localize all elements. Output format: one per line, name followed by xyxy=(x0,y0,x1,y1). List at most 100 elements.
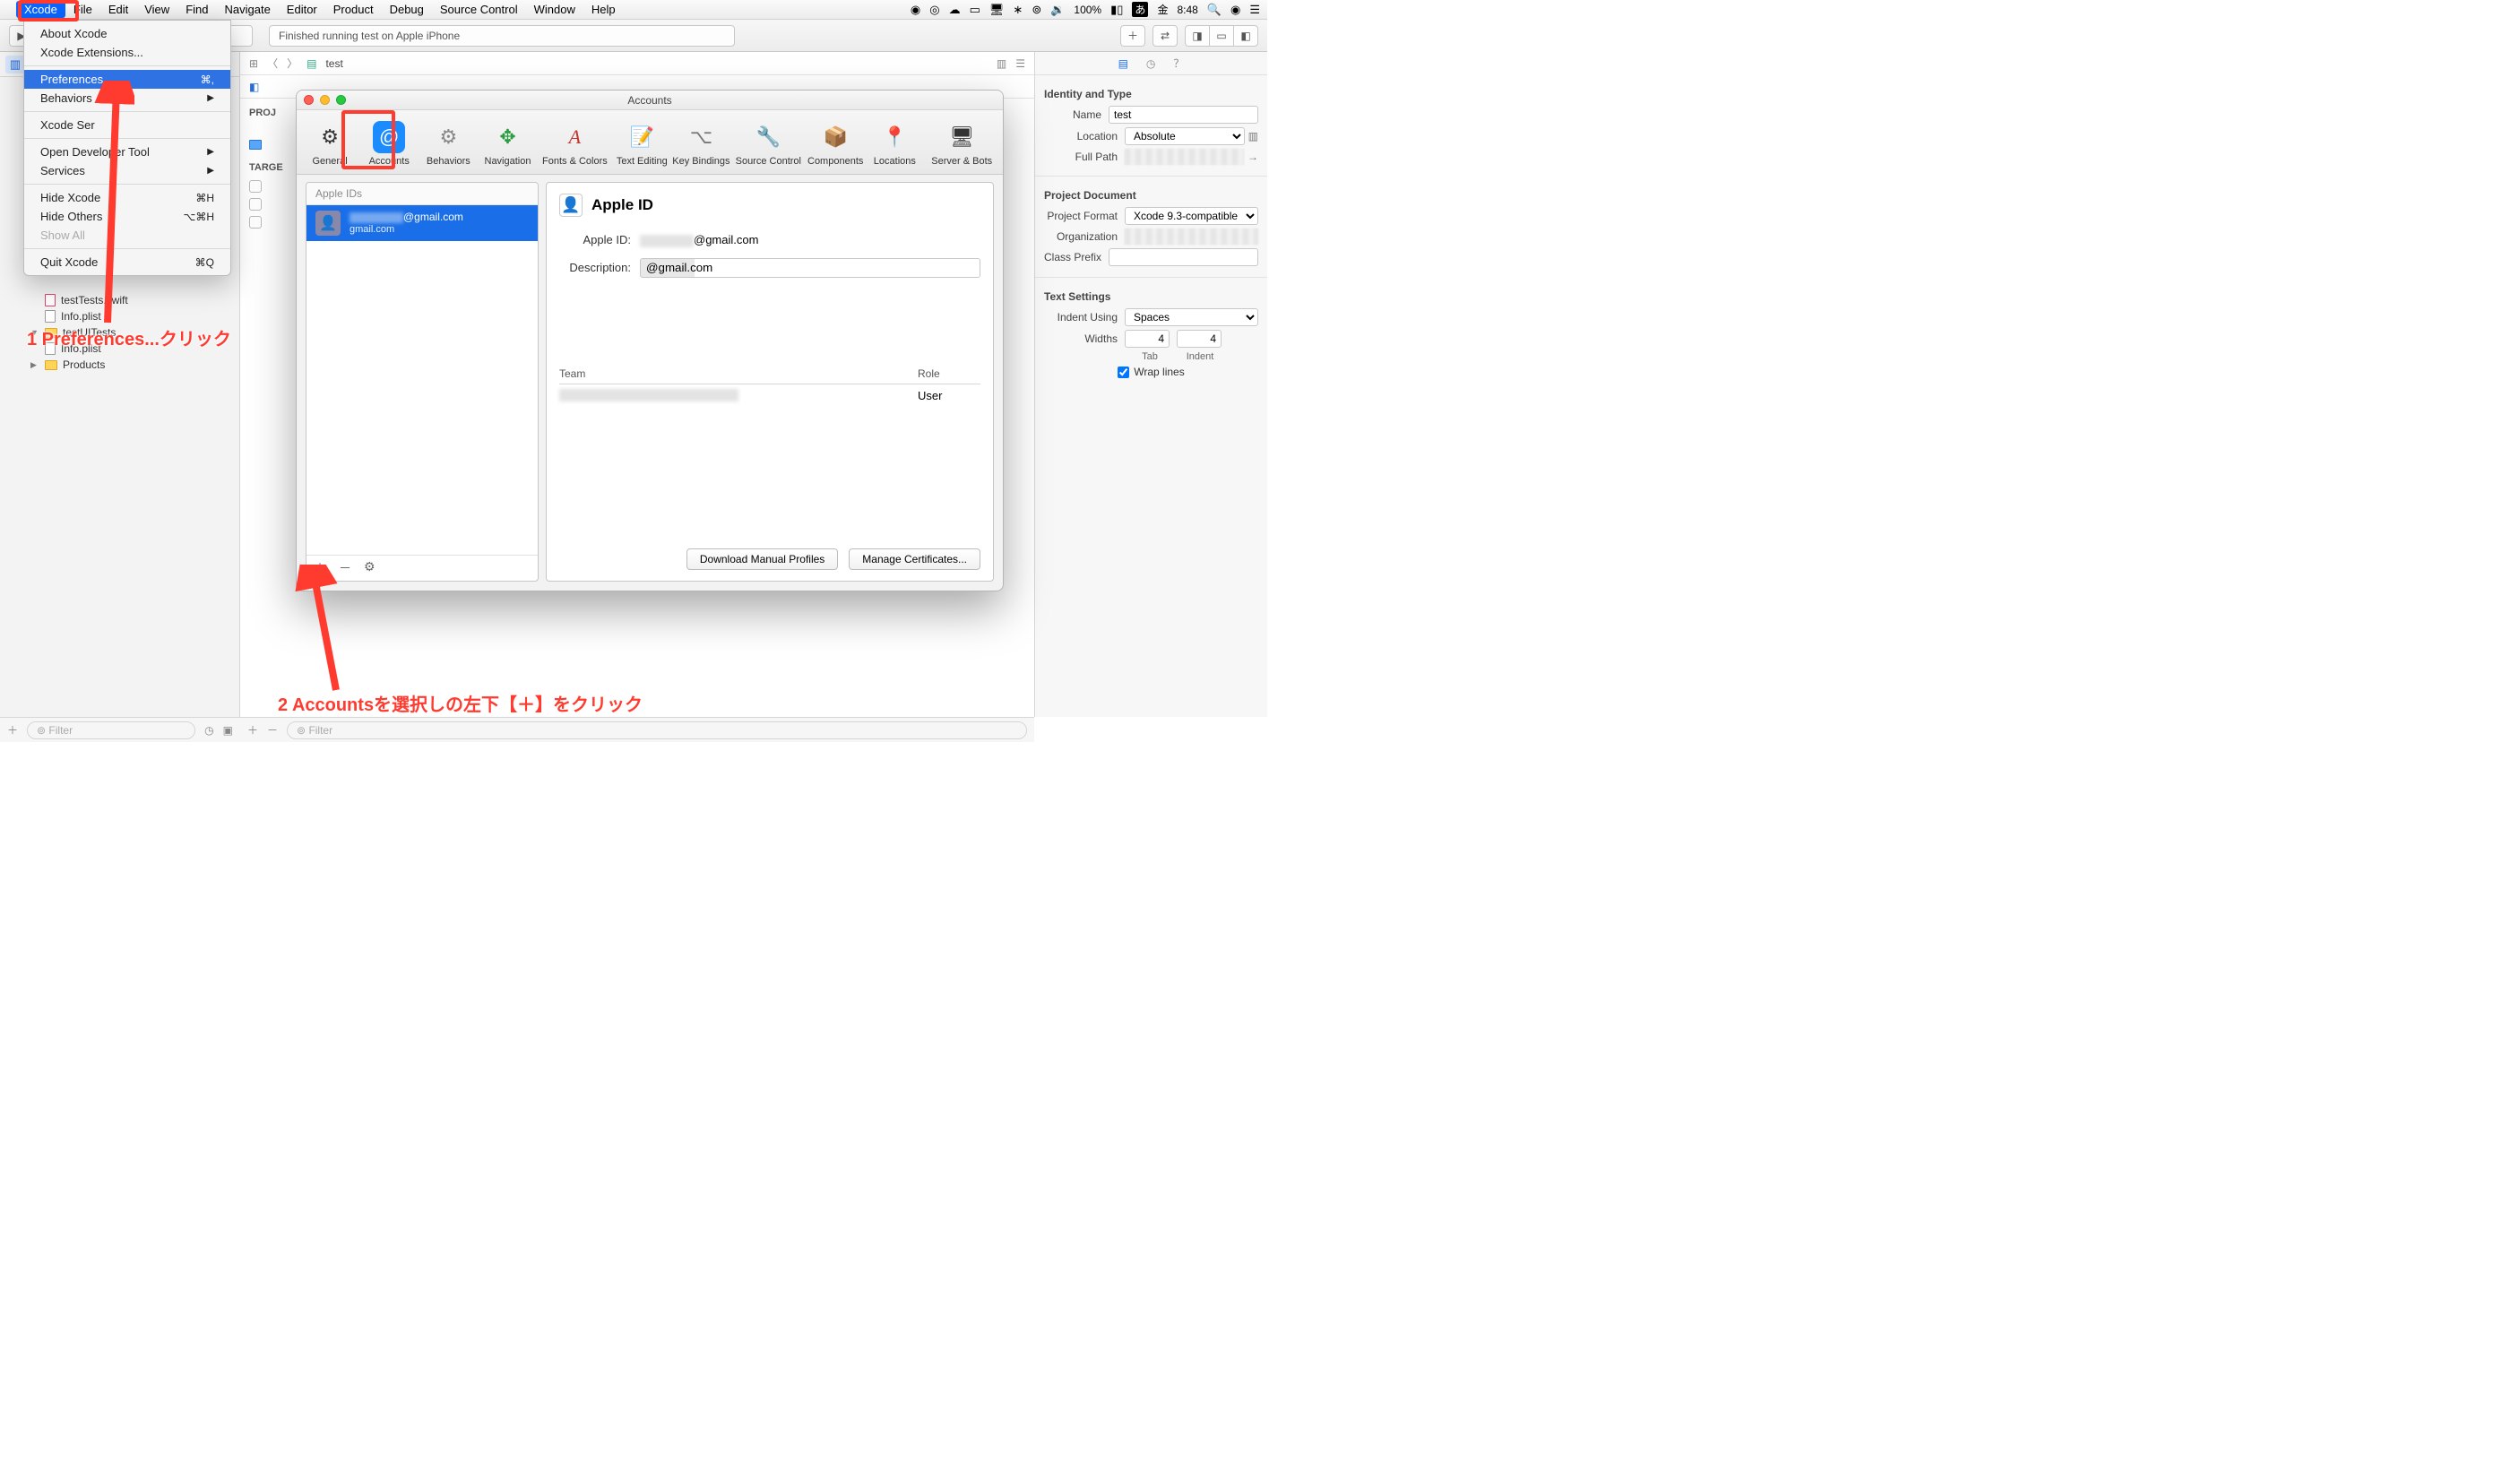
library-button[interactable]: ＋ xyxy=(1120,25,1145,47)
notification-icon[interactable]: ☰ xyxy=(1249,3,1260,17)
related-items-icon[interactable]: ▥ xyxy=(997,57,1006,70)
breadcrumb-project[interactable]: test xyxy=(325,57,342,70)
prefs-tab-label: Text Editing xyxy=(617,156,668,167)
menu-behaviors[interactable]: Behaviors▶ xyxy=(24,89,230,108)
menu-about-xcode[interactable]: About Xcode xyxy=(24,24,230,43)
projformat-select[interactable]: Xcode 9.3-compatible xyxy=(1125,207,1258,225)
menu-quit-xcode[interactable]: Quit Xcode⌘Q xyxy=(24,253,230,272)
add-account-button[interactable]: ＋ xyxy=(314,559,326,577)
location-select[interactable]: Absolute xyxy=(1125,127,1245,145)
remove-target-button[interactable]: － xyxy=(267,722,278,738)
grid-icon[interactable]: ⊞ xyxy=(249,57,258,70)
remove-account-button[interactable]: － xyxy=(339,559,351,577)
project-navigator-tab[interactable]: ▥ xyxy=(5,56,25,73)
prefs-tab-keybindings[interactable]: ⌥Key Bindings xyxy=(671,117,730,170)
cloud-icon[interactable]: ☁ xyxy=(949,3,961,17)
menu-open-dev-tool[interactable]: Open Developer Tool▶ xyxy=(24,142,230,161)
record-icon[interactable]: ◉ xyxy=(911,3,920,17)
classprefix-input[interactable] xyxy=(1109,248,1258,266)
menu-hide-xcode[interactable]: Hide Xcode⌘H xyxy=(24,188,230,207)
prefs-tab-behaviors[interactable]: ⚙Behaviors xyxy=(419,117,478,170)
menu-source-control[interactable]: Source Control xyxy=(432,1,526,18)
tree-file[interactable]: testTests.swift xyxy=(0,292,239,308)
wrap-checkbox[interactable] xyxy=(1118,367,1129,378)
prefs-tab-server[interactable]: 🖥Server & Bots xyxy=(924,117,999,170)
prefs-tab-fonts[interactable]: AFonts & Colors xyxy=(538,117,613,170)
spotlight-icon[interactable]: 🔍 xyxy=(1207,3,1222,17)
scm-filter-icon[interactable]: ▣ xyxy=(223,724,233,737)
team-table: TeamRole User xyxy=(559,364,980,409)
indent-width-input[interactable] xyxy=(1177,330,1222,348)
menu-view[interactable]: View xyxy=(136,1,177,18)
folder-picker-icon[interactable]: ▥ xyxy=(1248,130,1258,142)
prefs-tab-sourcecontrol[interactable]: 🔧Source Control xyxy=(730,117,806,170)
add-target-button[interactable]: ＋ xyxy=(247,722,258,738)
indent-select[interactable]: Spaces xyxy=(1125,308,1258,326)
menu-xcode-extensions[interactable]: Xcode Extensions... xyxy=(24,43,230,62)
manage-certificates-button[interactable]: Manage Certificates... xyxy=(849,548,980,570)
menu-hide-others[interactable]: Hide Others⌥⌘H xyxy=(24,207,230,226)
zoom-window-button[interactable] xyxy=(336,95,346,105)
prefs-tab-accounts[interactable]: @Accounts xyxy=(359,117,419,170)
ime-indicator[interactable]: あ xyxy=(1132,2,1148,17)
help-inspector-tab[interactable]: ？ xyxy=(1173,56,1184,71)
tree-folder[interactable]: ▶Products xyxy=(0,357,239,373)
battery-icon[interactable]: ▮▯ xyxy=(1110,3,1123,17)
reveal-icon[interactable]: → xyxy=(1248,151,1258,163)
prefs-titlebar[interactable]: Accounts xyxy=(297,91,1003,110)
name-input[interactable] xyxy=(1109,106,1258,124)
prefs-tab-navigation[interactable]: ✥Navigation xyxy=(478,117,537,170)
minimize-window-button[interactable] xyxy=(320,95,330,105)
airplay-icon[interactable]: ▭ xyxy=(970,3,980,17)
toggle-inspector-button[interactable]: ◧ xyxy=(1233,25,1258,47)
file-inspector-tab[interactable]: ▤ xyxy=(1118,57,1128,70)
tree-file[interactable]: Info.plist xyxy=(0,341,239,357)
account-action-button[interactable]: ⚙ xyxy=(364,559,376,577)
recent-filter-icon[interactable]: ◷ xyxy=(204,724,213,737)
add-button[interactable]: ＋ xyxy=(7,722,18,738)
back-button[interactable]: 〈 xyxy=(267,56,278,71)
menu-preferences[interactable]: Preferences...⌘, xyxy=(24,70,230,89)
menu-edit[interactable]: Edit xyxy=(100,1,136,18)
menu-window[interactable]: Window xyxy=(526,1,583,18)
targets-filter[interactable]: ⊚ Filter xyxy=(287,721,1027,739)
description-input[interactable] xyxy=(640,258,980,278)
tree-file[interactable]: Info.plist xyxy=(0,308,239,324)
team-row[interactable]: User xyxy=(559,384,980,409)
toggle-debug-button[interactable]: ▭ xyxy=(1209,25,1234,47)
menu-product[interactable]: Product xyxy=(325,1,382,18)
download-profiles-button[interactable]: Download Manual Profiles xyxy=(686,548,838,570)
account-row[interactable]: 👤 @gmail.com gmail.com xyxy=(306,205,538,241)
menu-show-all[interactable]: Show All xyxy=(24,226,230,245)
menu-help[interactable]: Help xyxy=(583,1,624,18)
close-window-button[interactable] xyxy=(304,95,314,105)
shield-icon[interactable]: ◎ xyxy=(929,3,939,17)
menu-services[interactable]: Services▶ xyxy=(24,161,230,180)
navigator-filter[interactable]: ⊚ Filter xyxy=(27,721,195,739)
code-review-button[interactable]: ⇄ xyxy=(1153,25,1178,47)
menu-debug[interactable]: Debug xyxy=(382,1,432,18)
toggle-navigator-button[interactable]: ◨ xyxy=(1185,25,1210,47)
tab-width-input[interactable] xyxy=(1125,330,1170,348)
menu-file[interactable]: File xyxy=(65,1,100,18)
menu-navigate[interactable]: Navigate xyxy=(216,1,278,18)
display-icon[interactable]: 🖥 xyxy=(989,3,1005,17)
prefs-tab-textediting[interactable]: 📝Text Editing xyxy=(612,117,671,170)
volume-icon[interactable]: 🔉 xyxy=(1050,3,1065,17)
sidebar-toggle-icon[interactable]: ◧ xyxy=(249,81,259,93)
tree-folder[interactable]: ▼testUITests xyxy=(0,324,239,341)
siri-icon[interactable]: ◉ xyxy=(1230,3,1240,17)
bluetooth-icon[interactable]: ∗ xyxy=(1013,3,1023,17)
submenu-arrow-icon: ▶ xyxy=(207,147,214,157)
prefs-tab-components[interactable]: 📦Components xyxy=(806,117,865,170)
editor-options-icon[interactable]: ☰ xyxy=(1015,57,1025,70)
forward-button[interactable]: 〉 xyxy=(287,56,298,71)
menu-find[interactable]: Find xyxy=(177,1,216,18)
menu-editor[interactable]: Editor xyxy=(279,1,325,18)
prefs-tab-general[interactable]: ⚙General xyxy=(300,117,359,170)
prefs-tab-locations[interactable]: 📍Locations xyxy=(865,117,924,170)
wifi-icon[interactable]: ⊚ xyxy=(1032,3,1041,17)
menu-xcode-server[interactable]: Xcode Ser xyxy=(24,116,230,134)
history-inspector-tab[interactable]: ◷ xyxy=(1146,57,1155,70)
menu-xcode[interactable]: Xcode xyxy=(16,1,65,18)
